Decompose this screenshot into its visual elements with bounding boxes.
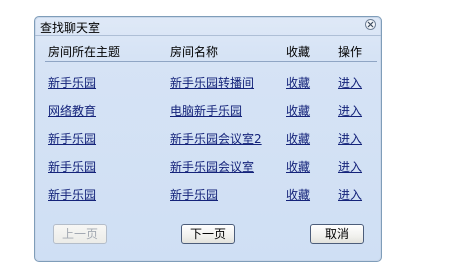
- favorite-link[interactable]: 收藏: [286, 158, 310, 175]
- table-row: 新手乐园 新手乐园会议室 收藏 进入: [35, 158, 381, 176]
- table-row: 网络教育 电脑新手乐园 收藏 进入: [35, 102, 381, 120]
- find-chatroom-dialog: 查找聊天室 房间所在主题 房间名称 收藏 操作 新手乐园 新手乐园转播间 收藏 …: [34, 16, 382, 262]
- favorite-link[interactable]: 收藏: [286, 102, 310, 119]
- room-topic-link[interactable]: 网络教育: [48, 102, 96, 119]
- room-topic-link[interactable]: 新手乐园: [48, 158, 96, 175]
- room-topic-link[interactable]: 新手乐园: [48, 186, 96, 203]
- dialog-titlebar[interactable]: 查找聊天室: [35, 17, 381, 36]
- column-header-action: 操作: [338, 45, 363, 59]
- favorite-link[interactable]: 收藏: [286, 130, 310, 147]
- next-page-button[interactable]: 下一页: [181, 224, 235, 244]
- enter-link[interactable]: 进入: [338, 74, 362, 91]
- column-header-topic: 房间所在主题: [48, 45, 121, 59]
- enter-link[interactable]: 进入: [338, 158, 362, 175]
- favorite-link[interactable]: 收藏: [286, 186, 310, 203]
- column-header-room-name: 房间名称: [170, 45, 219, 59]
- column-header-favorite: 收藏: [286, 45, 311, 59]
- enter-link[interactable]: 进入: [338, 186, 362, 203]
- close-icon: [367, 21, 374, 28]
- room-name-link[interactable]: 新手乐园会议室2: [170, 130, 262, 147]
- room-topic-link[interactable]: 新手乐园: [48, 130, 96, 147]
- table-row: 新手乐园 新手乐园 收藏 进入: [35, 186, 381, 204]
- room-name-link[interactable]: 新手乐园会议室: [170, 158, 254, 175]
- enter-link[interactable]: 进入: [338, 130, 362, 147]
- room-name-link[interactable]: 新手乐园转播间: [170, 74, 254, 91]
- enter-link[interactable]: 进入: [338, 102, 362, 119]
- room-topic-link[interactable]: 新手乐园: [48, 74, 96, 91]
- header-divider: [45, 61, 377, 62]
- close-button[interactable]: [365, 19, 376, 30]
- dialog-title: 查找聊天室: [40, 21, 101, 35]
- table-header: 房间所在主题 房间名称 收藏 操作: [35, 39, 381, 61]
- room-name-link[interactable]: 电脑新手乐园: [170, 102, 242, 119]
- prev-page-button[interactable]: 上一页: [53, 224, 107, 244]
- room-name-link[interactable]: 新手乐园: [170, 186, 218, 203]
- table-row: 新手乐园 新手乐园会议室2 收藏 进入: [35, 130, 381, 148]
- cancel-button[interactable]: 取消: [310, 224, 364, 244]
- favorite-link[interactable]: 收藏: [286, 74, 310, 91]
- table-row: 新手乐园 新手乐园转播间 收藏 进入: [35, 74, 381, 92]
